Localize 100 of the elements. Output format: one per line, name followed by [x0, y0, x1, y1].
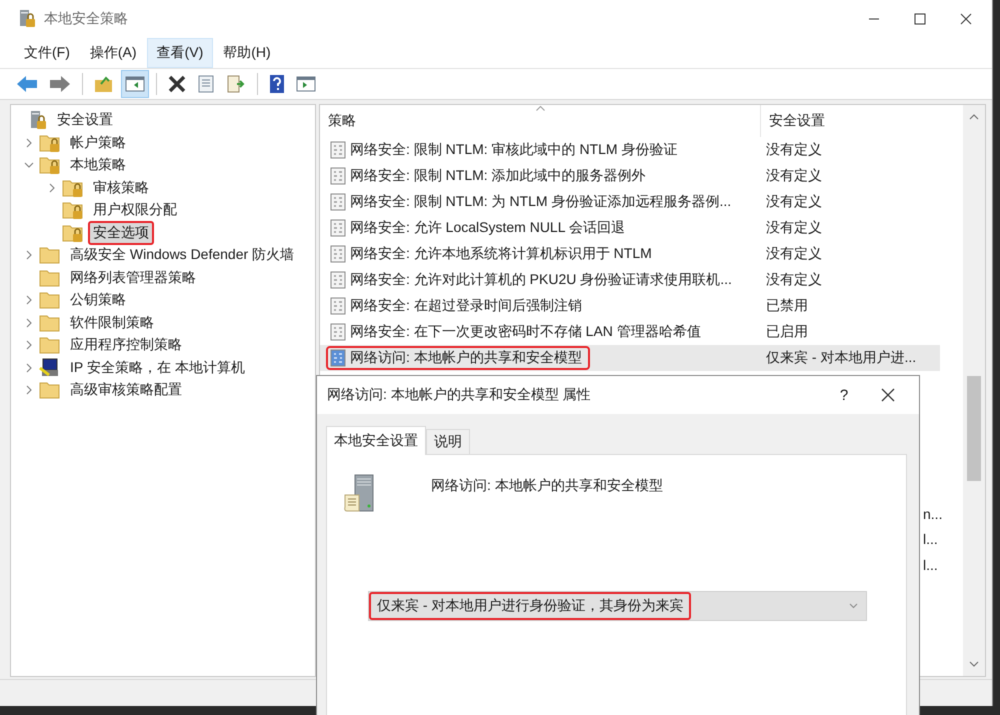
tree-item[interactable]: 本地策略 [65, 153, 131, 178]
policy-name: 网络访问: 本地帐户的共享和安全模型 [350, 349, 582, 367]
expand-chevron-icon[interactable] [24, 362, 34, 373]
policy-row[interactable]: 网络访问: 本地帐户的共享和安全模型 仅来宾 - 对本地用户进... [320, 345, 940, 371]
tree-item[interactable]: 网络列表管理器策略 [65, 266, 201, 290]
locked-folder-icon [39, 132, 61, 153]
security-setting: 已禁用 [765, 297, 809, 315]
expand-chevron-icon[interactable] [47, 182, 57, 193]
app-icon [18, 9, 36, 29]
policy-name: 网络安全: 允许对此计算机的 PKU2U 身份验证请求使用联机... [350, 271, 732, 289]
locked-folder-icon [62, 222, 84, 243]
expand-chevron-icon[interactable] [24, 138, 34, 148]
policy-row[interactable]: 网络安全: 在下一次更改密码时不存储 LAN 管理器哈希值 已启用 [320, 319, 940, 345]
policy-icon [330, 193, 346, 211]
expand-chevron-icon[interactable] [24, 250, 34, 260]
menu-item[interactable]: 文件(F) [14, 38, 80, 68]
computer-key-icon [39, 358, 61, 378]
scroll-down-icon[interactable] [969, 660, 979, 668]
tree-item[interactable]: 用户权限分配 [88, 198, 182, 222]
policy-row[interactable]: 网络安全: 在超过登录时间后强制注销 已禁用 [320, 293, 940, 319]
policy-row[interactable]: 网络安全: 限制 NTLM: 审核此域中的 NTLM 身份验证 没有定义 [320, 137, 940, 163]
policy-name: 网络安全: 允许本地系统将计算机标识用于 NTLM [350, 245, 652, 263]
scroll-up-icon[interactable] [969, 113, 979, 121]
policy-name: 网络安全: 允许 LocalSystem NULL 会话回退 [350, 219, 625, 237]
properties-icon [197, 75, 215, 93]
tree-item[interactable]: IP 安全策略，在 本地计算机 [65, 356, 250, 380]
close-icon[interactable] [960, 13, 972, 25]
action-pane-icon [296, 75, 316, 93]
security-setting: 没有定义 [765, 219, 823, 237]
tree-item[interactable]: 公钥策略 [65, 288, 131, 312]
up-folder-icon [94, 75, 114, 93]
column-header[interactable]: 安全设置 [761, 105, 949, 137]
expand-chevron-icon[interactable] [24, 295, 34, 306]
tab[interactable]: 说明 [426, 429, 470, 454]
menu-item[interactable]: 操作(A) [80, 38, 147, 68]
policy-name: 网络安全: 限制 NTLM: 为 NTLM 身份验证添加远程服务器例... [350, 193, 732, 211]
policy-icon [330, 167, 346, 185]
security-setting: 没有定义 [765, 271, 823, 289]
security-setting: 没有定义 [765, 245, 823, 263]
folder-icon [39, 335, 61, 356]
tree-item[interactable]: 帐户策略 [65, 130, 131, 155]
column-header[interactable]: 策略 [320, 105, 761, 137]
locked-folder-icon [62, 178, 84, 198]
policy-name: 网络安全: 在下一次更改密码时不存储 LAN 管理器哈希值 [350, 323, 701, 341]
show-tree-icon [125, 75, 145, 93]
security-setting: l... [923, 556, 938, 573]
setting-dropdown[interactable]: 仅来宾 - 对本地用户进行身份验证，其身份为来宾 [368, 591, 867, 621]
collapse-chevron-icon[interactable] [24, 160, 34, 170]
expand-chevron-icon[interactable] [24, 340, 34, 350]
folder-icon [39, 380, 61, 400]
locked-folder-icon [39, 155, 61, 176]
tree-item[interactable]: 应用程序控制策略 [65, 333, 187, 358]
policy-row[interactable]: 网络安全: 限制 NTLM: 添加此域中的服务器例外 没有定义 [320, 163, 940, 189]
window-title: 本地安全策略 [44, 10, 128, 28]
policy-icon [330, 349, 346, 367]
security-setting: 已启用 [765, 323, 809, 341]
expand-chevron-icon[interactable] [24, 385, 34, 396]
security-setting: 没有定义 [765, 141, 823, 159]
policy-name: 网络访问: 本地帐户的共享和安全模型 [431, 477, 663, 495]
policy-name: 网络安全: 在超过登录时间后强制注销 [350, 297, 582, 315]
close-icon[interactable] [881, 388, 895, 402]
tree-item[interactable]: 安全选项 [88, 220, 154, 245]
scrollbar-thumb[interactable] [967, 376, 981, 481]
export-list-icon [226, 75, 246, 93]
help-icon [269, 74, 285, 94]
folder-icon [39, 312, 61, 333]
locked-folder-icon [62, 200, 84, 220]
security-server-icon [28, 110, 48, 130]
security-setting: 没有定义 [765, 193, 823, 211]
security-setting: l... [923, 531, 938, 548]
policy-icon [330, 219, 346, 237]
policy-icon [330, 141, 346, 159]
delete-icon [168, 75, 186, 93]
policy-row[interactable]: 网络安全: 允许 LocalSystem NULL 会话回退 没有定义 [320, 215, 940, 241]
dropdown-chevron-icon [849, 603, 858, 609]
tree-item[interactable]: 软件限制策略 [65, 310, 159, 335]
sort-caret-icon [536, 106, 545, 111]
forward-arrow-icon [49, 75, 71, 93]
policy-icon [330, 245, 346, 263]
tree-item[interactable]: 高级审核策略配置 [65, 378, 187, 402]
maximize-icon[interactable] [914, 13, 926, 25]
policy-icon [330, 323, 346, 341]
tab[interactable]: 本地安全设置 [326, 426, 426, 455]
policy-icon [330, 297, 346, 315]
policy-row[interactable]: 网络安全: 允许对此计算机的 PKU2U 身份验证请求使用联机... 没有定义 [320, 267, 940, 293]
policy-row[interactable]: 网络安全: 允许本地系统将计算机标识用于 NTLM 没有定义 [320, 241, 940, 267]
dialog-title: 网络访问: 本地帐户的共享和安全模型 属性 [327, 386, 591, 404]
back-arrow-icon [16, 75, 38, 93]
folder-icon [39, 268, 61, 288]
menu-item[interactable]: 查看(V) [146, 38, 214, 68]
security-setting: 仅来宾 - 对本地用户进... [765, 349, 918, 367]
menu-item[interactable]: 帮助(H) [213, 38, 281, 68]
expand-chevron-icon[interactable] [24, 318, 34, 328]
help-button[interactable]: ? [821, 386, 867, 404]
policy-name: 网络安全: 限制 NTLM: 审核此域中的 NTLM 身份验证 [350, 141, 678, 159]
tree-item[interactable]: 高级安全 Windows Defender 防火墙 [65, 243, 300, 268]
folder-icon [39, 290, 61, 310]
tree-item[interactable]: 安全设置 [52, 108, 118, 132]
tree-item[interactable]: 审核策略 [88, 176, 154, 200]
policy-row[interactable]: 网络安全: 限制 NTLM: 为 NTLM 身份验证添加远程服务器例... 没有定义 [320, 189, 940, 215]
